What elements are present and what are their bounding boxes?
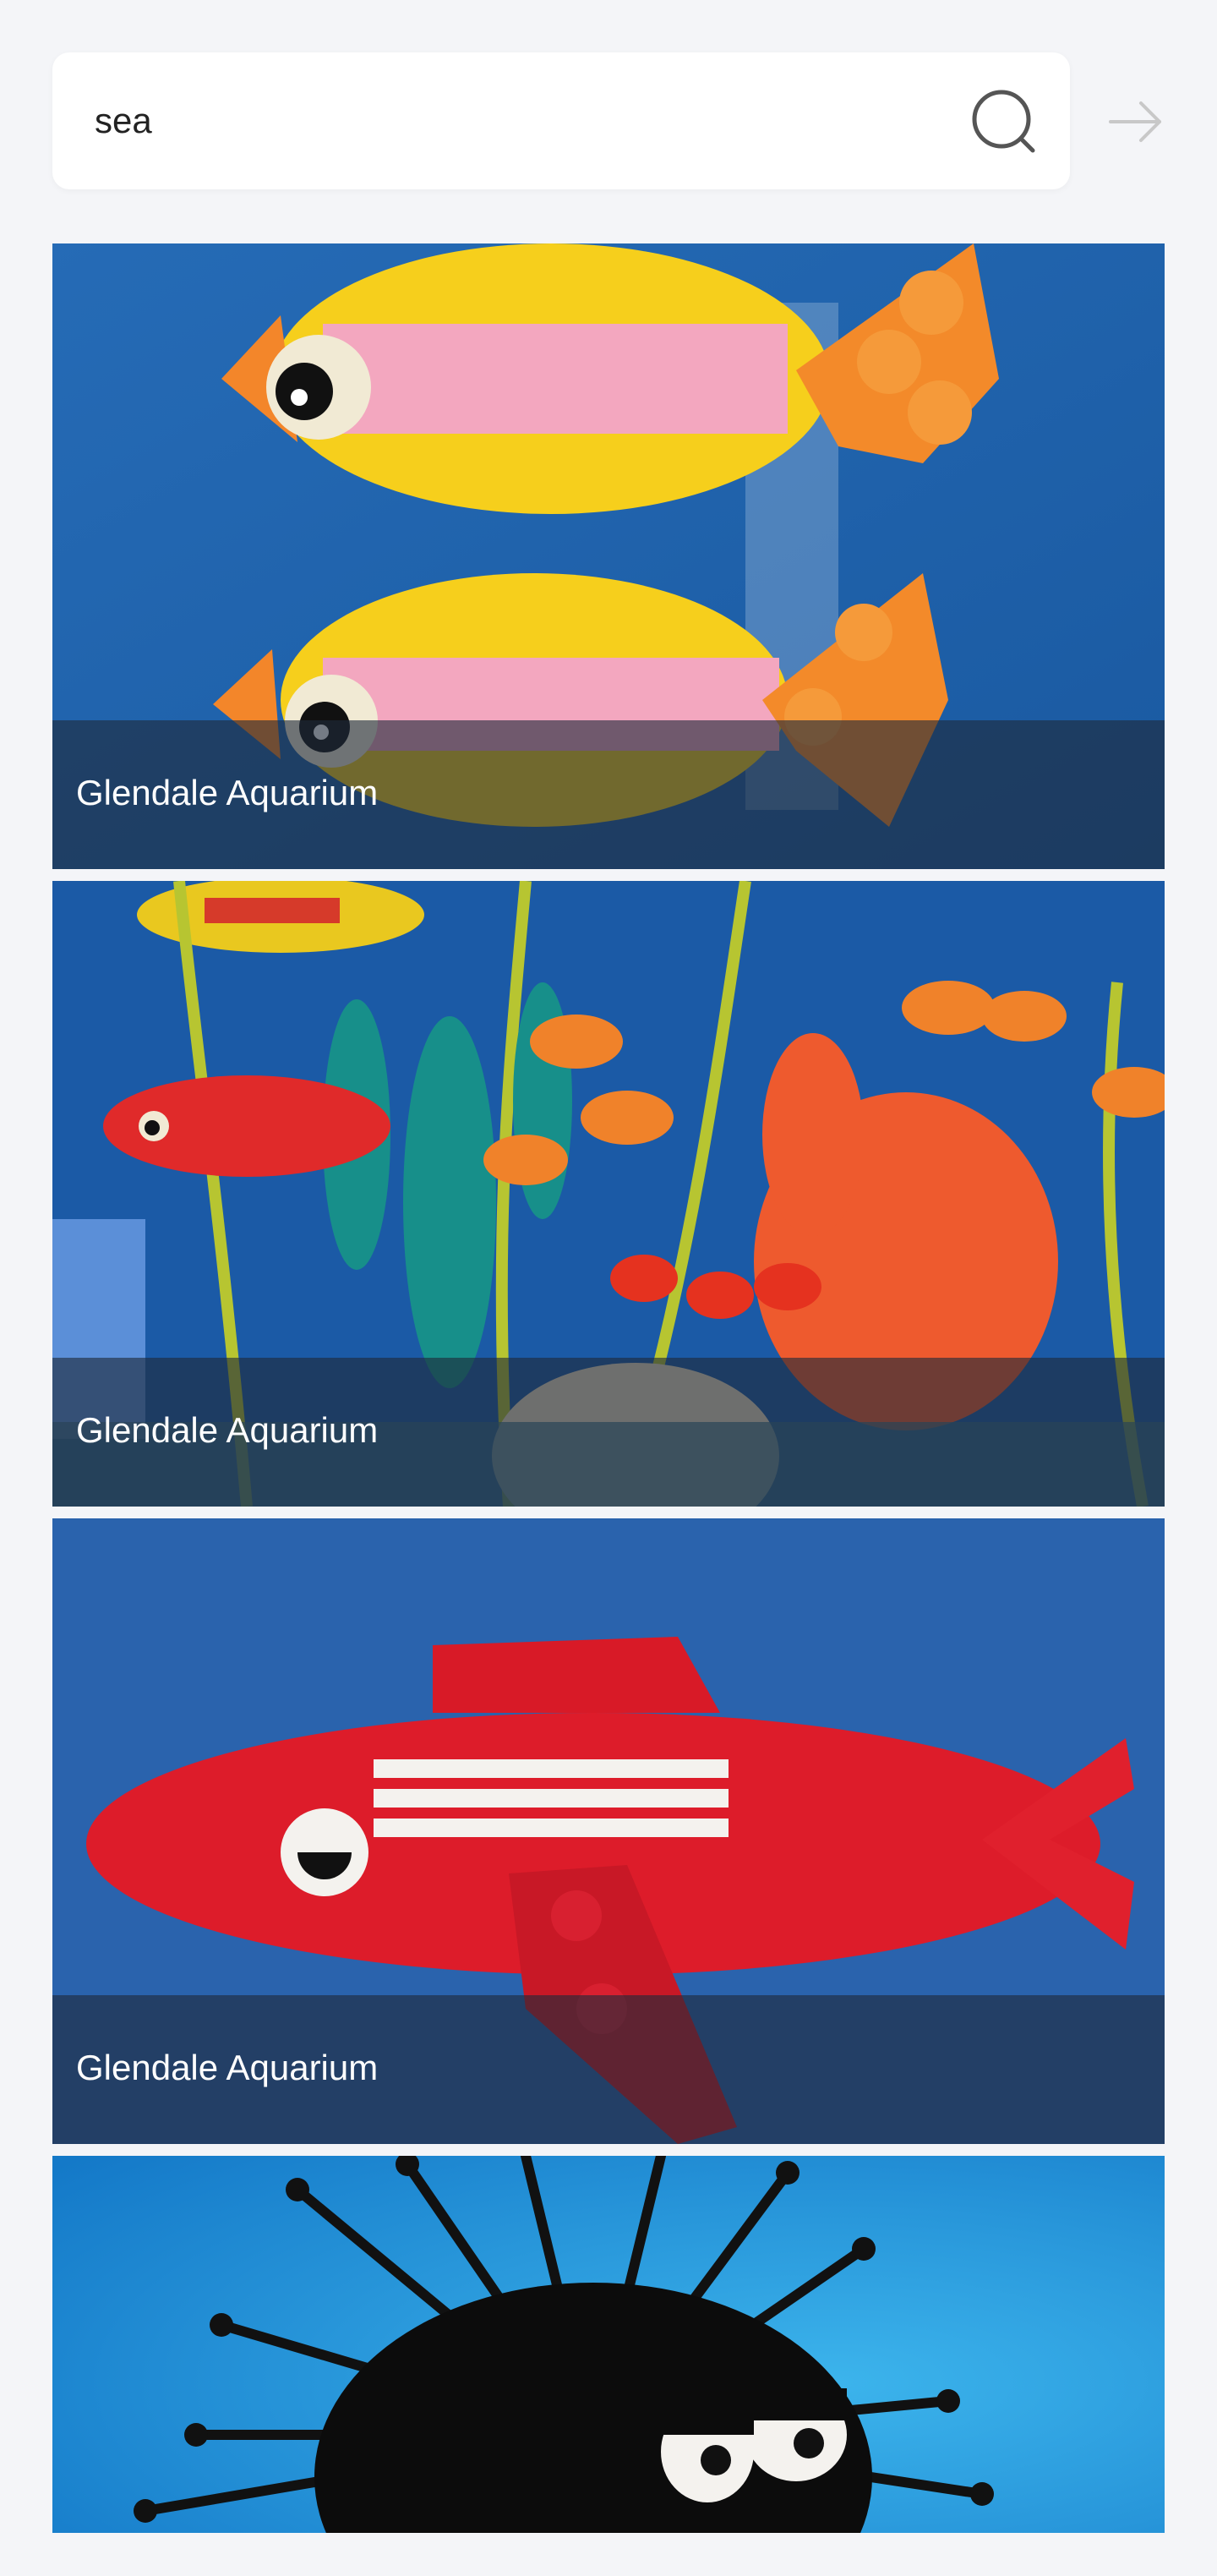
search-icon[interactable] (970, 88, 1038, 156)
search-box[interactable] (52, 52, 1070, 189)
search-bar (52, 52, 1165, 189)
result-card[interactable]: Glendale Aquarium (52, 1518, 1165, 2144)
result-caption: Glendale Aquarium (76, 2048, 379, 2087)
caption-overlay: Glendale Aquarium (52, 720, 1165, 869)
result-card[interactable]: Glendale Aquarium (52, 243, 1165, 869)
search-input[interactable] (95, 52, 940, 189)
result-image (52, 2156, 1165, 2533)
result-card[interactable]: Glendale Aquarium (52, 881, 1165, 1507)
result-card[interactable] (52, 2156, 1165, 2533)
result-caption: Glendale Aquarium (76, 1410, 379, 1450)
caption-overlay: Glendale Aquarium (52, 1358, 1165, 1507)
caption-overlay: Glendale Aquarium (52, 1995, 1165, 2144)
arrow-right-icon[interactable] (1104, 90, 1168, 154)
result-caption: Glendale Aquarium (76, 773, 379, 812)
